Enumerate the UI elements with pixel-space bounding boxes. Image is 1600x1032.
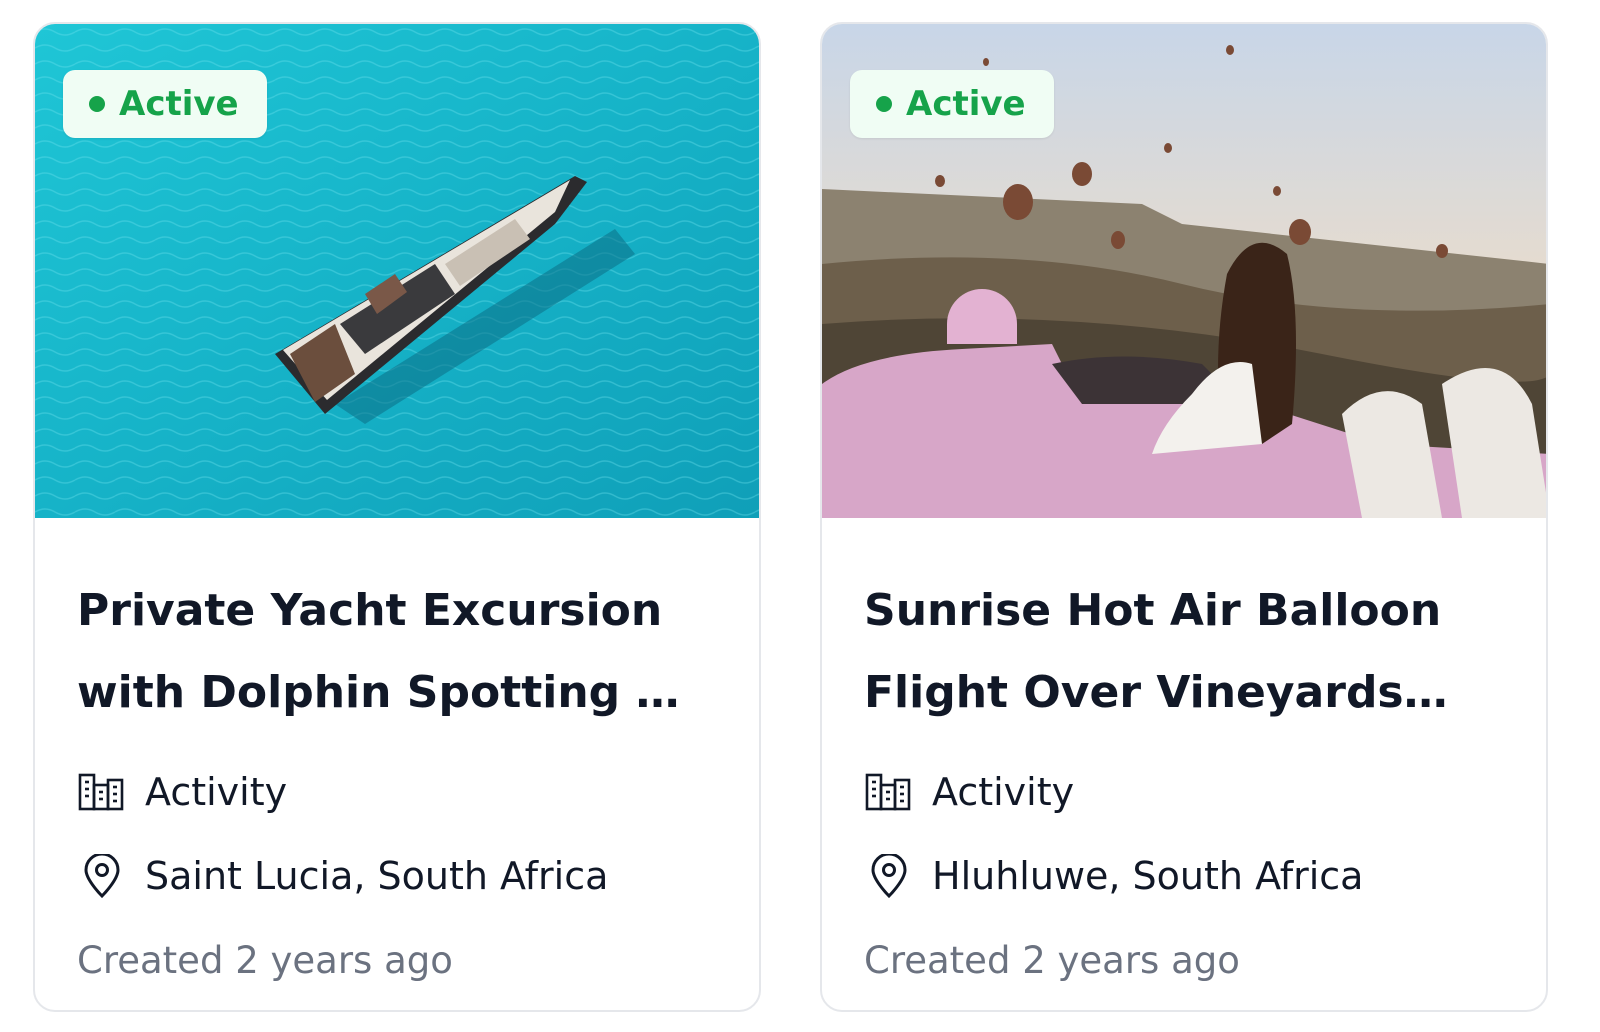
category-label: Activity bbox=[932, 770, 1075, 814]
listing-category: Activity bbox=[864, 750, 1504, 834]
map-pin-icon bbox=[871, 854, 907, 898]
location-label: Hluhluwe, South Africa bbox=[932, 854, 1364, 898]
category-label: Activity bbox=[145, 770, 288, 814]
status-label: Active bbox=[119, 84, 239, 124]
listing-title[interactable]: Sunrise Hot Air Balloon Flight Over Vine… bbox=[864, 570, 1504, 734]
listing-card[interactable]: Active Sunrise Hot Air Balloon Flight Ov… bbox=[820, 22, 1548, 1012]
status-dot-icon bbox=[89, 96, 105, 112]
created-timestamp: Created 2 years ago bbox=[864, 938, 1240, 982]
status-label: Active bbox=[906, 84, 1026, 124]
created-timestamp: Created 2 years ago bbox=[77, 938, 453, 982]
listing-category: Activity bbox=[77, 750, 717, 834]
listing-image[interactable]: Active bbox=[35, 24, 759, 518]
buildings-icon bbox=[78, 773, 124, 811]
listing-image[interactable]: Active bbox=[822, 24, 1546, 518]
status-dot-icon bbox=[876, 96, 892, 112]
status-badge: Active bbox=[63, 70, 267, 138]
map-pin-icon bbox=[84, 854, 120, 898]
buildings-icon bbox=[865, 773, 911, 811]
listing-card[interactable]: Active Private Yacht Excursion with Dolp… bbox=[33, 22, 761, 1012]
status-badge: Active bbox=[850, 70, 1054, 138]
listing-title[interactable]: Private Yacht Excursion with Dolphin Spo… bbox=[77, 570, 717, 734]
location-label: Saint Lucia, South Africa bbox=[145, 854, 609, 898]
listing-location: Saint Lucia, South Africa bbox=[77, 834, 717, 918]
listing-location: Hluhluwe, South Africa bbox=[864, 834, 1504, 918]
